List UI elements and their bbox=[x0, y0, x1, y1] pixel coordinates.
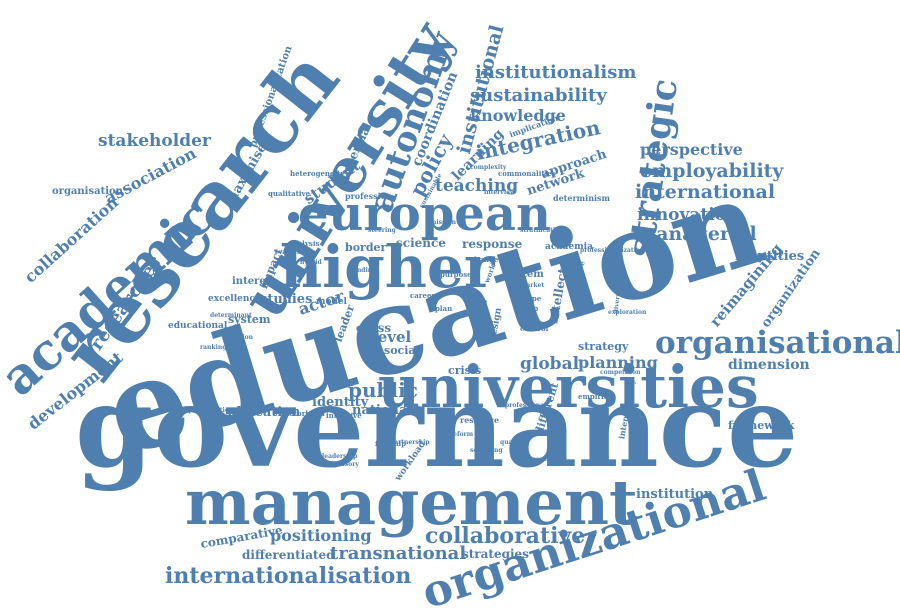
word-competition: competition bbox=[600, 369, 641, 376]
word-tension: tension bbox=[228, 334, 253, 341]
word-mission: mission bbox=[430, 219, 457, 226]
word-partnership: partnership bbox=[390, 439, 430, 446]
word-internationalisation: internationalisation bbox=[165, 563, 412, 589]
word-response: response bbox=[462, 237, 523, 251]
word-science: science bbox=[396, 236, 446, 250]
word-ranking: ranking bbox=[200, 344, 227, 351]
word-managerial: managerial bbox=[636, 223, 757, 245]
word-international: international bbox=[635, 181, 776, 203]
word-commonalities: commonalities bbox=[498, 169, 556, 178]
word-hybrid: hybrid bbox=[300, 259, 322, 266]
word-career: career bbox=[410, 291, 436, 300]
word-case: case bbox=[470, 297, 488, 306]
word-schooling: schooling bbox=[470, 447, 503, 454]
word-perspective: perspective bbox=[640, 140, 743, 159]
word-employability: employability bbox=[640, 160, 784, 182]
word-social: social bbox=[384, 344, 420, 357]
word-institution: institution bbox=[636, 487, 714, 502]
word-institutionalism: institutionalism bbox=[475, 62, 637, 83]
word-organisational: organisational bbox=[655, 325, 900, 361]
word-cross: cross bbox=[356, 321, 392, 335]
word-exploration: exploration bbox=[608, 309, 647, 316]
word-professional: professional bbox=[505, 402, 547, 409]
word-discussion: discussion bbox=[518, 456, 554, 463]
word-strategy: strategy bbox=[578, 340, 629, 353]
word-organisation: organisation bbox=[52, 186, 123, 197]
word-intensive: intensive bbox=[326, 411, 362, 420]
word-purpose: purpose bbox=[440, 270, 472, 279]
word-strategies: strategies bbox=[462, 547, 529, 561]
word-model: model bbox=[316, 297, 347, 307]
word-leadership: leadership bbox=[322, 453, 358, 460]
word-analysis: analysis bbox=[288, 239, 320, 248]
word-positioning: positioning bbox=[270, 526, 372, 545]
word-actorhood: actorhood bbox=[285, 409, 325, 418]
word-professionalization-2: professionalization bbox=[580, 247, 645, 254]
word-differentiated: differentiated bbox=[242, 548, 335, 562]
word-educational: educational bbox=[168, 321, 228, 331]
word-innovation: innovation bbox=[637, 205, 739, 225]
word-transnational: transnational bbox=[330, 543, 467, 564]
word-group: group bbox=[515, 304, 539, 313]
word-evaluation: evaluation bbox=[275, 249, 311, 256]
word-cloud: education governance research management… bbox=[0, 0, 900, 616]
word-crisis: crisis bbox=[448, 364, 482, 377]
word-change: change bbox=[470, 255, 499, 264]
word-restem: restem bbox=[505, 269, 544, 280]
word-empirical: empirical bbox=[578, 392, 616, 401]
word-plan: plan bbox=[435, 304, 453, 313]
word-interview: interview bbox=[484, 189, 516, 196]
word-stratification: stratification bbox=[520, 227, 564, 234]
word-border: border bbox=[345, 241, 387, 254]
word-funding: funding bbox=[350, 267, 377, 274]
word-excellence: excellence bbox=[208, 294, 261, 304]
word-heterogeneity: heterogeneity bbox=[290, 169, 345, 178]
word-resource: resource bbox=[460, 415, 500, 425]
word-reform: reform bbox=[450, 431, 474, 438]
word-quality: quality bbox=[500, 439, 524, 446]
word-complexity: complexity bbox=[470, 164, 507, 171]
word-europe: europe bbox=[514, 294, 542, 303]
word-steering: steering bbox=[368, 227, 396, 234]
word-control: control bbox=[520, 324, 549, 333]
word-determinism: determinism bbox=[553, 193, 611, 203]
word-dimension: dimension bbox=[728, 357, 810, 373]
word-profession: profession bbox=[345, 191, 392, 201]
word-global: global bbox=[520, 354, 580, 374]
word-interest: interest bbox=[232, 276, 276, 287]
word-compulsory: compulsory bbox=[320, 461, 359, 468]
word-determinant: determinant bbox=[210, 312, 252, 319]
word-qualitative: qualitative bbox=[268, 189, 311, 198]
word-flagshipuniversities: flagshipuniversities bbox=[166, 407, 233, 414]
word-stakeholder: stakeholder bbox=[98, 131, 211, 151]
word-framework: framework bbox=[728, 419, 795, 432]
word-market: market bbox=[520, 282, 545, 289]
